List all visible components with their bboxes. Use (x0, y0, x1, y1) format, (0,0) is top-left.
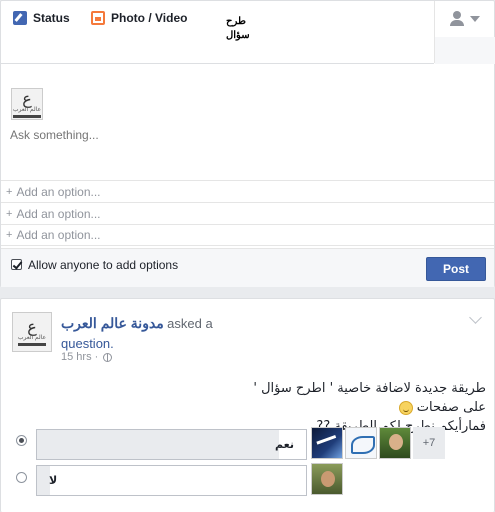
timestamp[interactable]: 15 hrs · (61, 351, 98, 363)
voter-avatar[interactable] (379, 427, 411, 459)
audience-selector[interactable] (450, 11, 480, 27)
more-voters-count[interactable]: +7 (413, 427, 445, 459)
pencil-icon (13, 11, 27, 25)
tab-question-line1: طرح (226, 16, 246, 27)
question-link[interactable]: question. (61, 336, 114, 351)
poll-option-input[interactable] (16, 184, 467, 199)
post-text-line: طريقة جديدة لاضافة خاصية ' اطرح سؤال ' ع… (241, 379, 486, 417)
poll-options-list: + + + (1, 180, 494, 246)
post-button[interactable]: Post (426, 257, 486, 281)
plus-icon: + (6, 207, 13, 220)
voter-avatar[interactable] (345, 427, 377, 459)
logo-word: عالم العرب (17, 334, 47, 341)
person-icon (450, 11, 464, 27)
logo-mark: ع (22, 88, 32, 108)
logo-mark: ع (27, 316, 37, 336)
tab-photo-video[interactable]: Photo / Video (91, 11, 187, 25)
tab-status[interactable]: Status (13, 11, 70, 25)
tab-status-label: Status (33, 11, 70, 25)
poll-option-input[interactable] (16, 206, 467, 221)
voter-avatar[interactable] (311, 427, 343, 459)
photo-icon (91, 11, 105, 25)
allow-options-label: Allow anyone to add options (28, 258, 179, 272)
allow-options-checkbox[interactable] (11, 259, 22, 270)
globe-icon (103, 352, 113, 362)
poll-option-yes[interactable]: نعم (36, 429, 307, 460)
poll-label-yes: نعم (275, 438, 294, 451)
story-meta: 15 hrs · (61, 351, 113, 363)
plus-icon: + (6, 229, 13, 241)
ask-question-input[interactable] (10, 128, 430, 142)
poll-radio-no[interactable] (16, 472, 27, 483)
tab-question-line2: سؤال (226, 30, 250, 41)
poll-radio-yes[interactable] (16, 435, 27, 446)
poll-option-row[interactable]: + (1, 202, 494, 224)
chevron-down-icon[interactable] (469, 311, 482, 324)
tab-photo-video-label: Photo / Video (111, 11, 188, 25)
poll-fill-yes (37, 430, 280, 459)
question-story: ع عالم العرب مدونة عالم العرب‏ asked a q… (0, 298, 495, 512)
tabs-bottom-border (1, 63, 434, 64)
logo-bar (18, 342, 46, 346)
caret-down-icon (470, 16, 480, 22)
poll-composer: Status Photo / Video طرح سؤال ع عالم الع… (0, 0, 495, 287)
page-name-link[interactable]: مدونة عالم العرب‏ (61, 315, 164, 331)
page-avatar: ع عالم العرب (11, 88, 43, 120)
logo-bar (13, 114, 41, 118)
poll-option-no[interactable]: لا (36, 465, 307, 496)
poll-label-no: لا (49, 474, 58, 487)
page-avatar[interactable]: ع عالم العرب (12, 312, 52, 352)
tabs-corner (435, 37, 495, 64)
poll-option-row[interactable]: + (1, 224, 494, 246)
smile-emoji-icon (398, 400, 413, 415)
voter-avatar[interactable] (311, 463, 343, 495)
logo-word: عالم العرب (12, 106, 42, 113)
poll-option-input[interactable] (16, 228, 467, 242)
post-line-1: طريقة جديدة لاضافة خاصية ' اطرح سؤال ' ع… (253, 381, 486, 415)
composer-footer: Allow anyone to add options Post (1, 248, 494, 287)
asked-text: asked a (167, 316, 213, 331)
plus-icon: + (6, 185, 13, 198)
tab-ask-question[interactable]: طرح سؤال (226, 15, 250, 43)
story-header: مدونة عالم العرب‏ asked a question. (61, 314, 311, 354)
composer-tabs: Status Photo / Video طرح سؤال (1, 1, 434, 63)
poll-option-row[interactable]: + (1, 180, 494, 202)
